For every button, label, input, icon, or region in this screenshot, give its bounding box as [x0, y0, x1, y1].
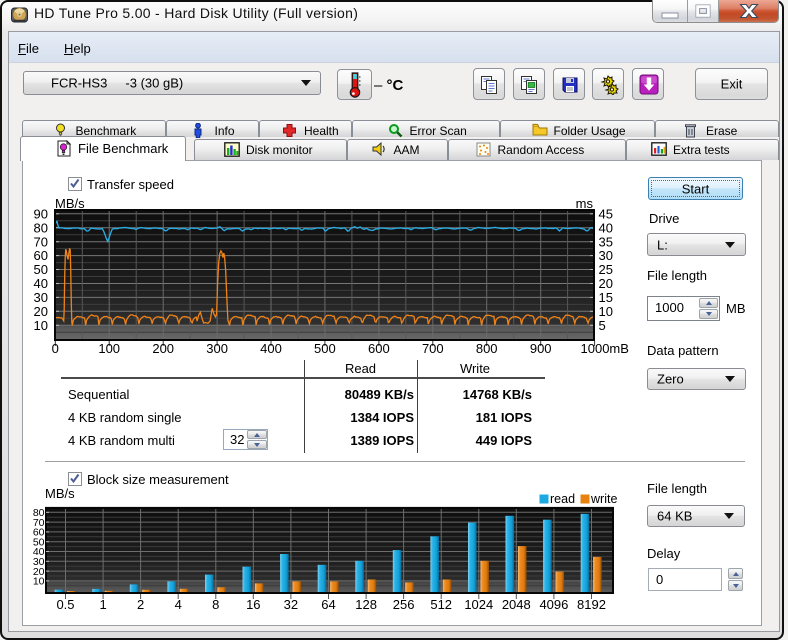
svg-text:512: 512	[430, 597, 452, 612]
svg-text:8192: 8192	[577, 597, 606, 612]
svg-text:8: 8	[212, 597, 219, 612]
svg-text:write: write	[590, 492, 617, 506]
svg-text:256: 256	[393, 597, 415, 612]
svg-text:35: 35	[599, 234, 613, 249]
svg-text:128: 128	[355, 597, 377, 612]
svg-text:200: 200	[152, 341, 174, 356]
svg-text:4096: 4096	[539, 597, 568, 612]
svg-text:ms: ms	[576, 196, 594, 211]
svg-text:20: 20	[599, 276, 613, 291]
svg-text:900: 900	[530, 341, 552, 356]
svg-text:0.5: 0.5	[56, 597, 74, 612]
svg-text:20: 20	[34, 304, 48, 319]
svg-text:500: 500	[314, 341, 336, 356]
svg-text:70: 70	[34, 234, 48, 249]
svg-text:MB/s: MB/s	[55, 196, 85, 211]
svg-text:30: 30	[599, 248, 613, 263]
svg-text:2048: 2048	[502, 597, 531, 612]
svg-text:64: 64	[321, 597, 335, 612]
svg-text:1000mB: 1000mB	[581, 341, 629, 356]
svg-text:50: 50	[34, 262, 48, 277]
svg-text:400: 400	[260, 341, 282, 356]
svg-text:700: 700	[422, 341, 444, 356]
svg-text:1: 1	[99, 597, 106, 612]
svg-text:60: 60	[34, 248, 48, 263]
svg-text:read: read	[550, 492, 575, 506]
svg-text:800: 800	[476, 341, 498, 356]
svg-text:90: 90	[34, 206, 48, 221]
svg-text:45: 45	[599, 206, 613, 221]
svg-text:600: 600	[368, 341, 390, 356]
svg-text:80: 80	[33, 507, 45, 519]
svg-text:40: 40	[599, 220, 613, 235]
svg-text:25: 25	[599, 262, 613, 277]
svg-text:MB/s: MB/s	[45, 486, 75, 501]
svg-text:80: 80	[34, 220, 48, 235]
svg-text:2: 2	[137, 597, 144, 612]
svg-text:1024: 1024	[464, 597, 493, 612]
svg-text:4: 4	[175, 597, 182, 612]
svg-text:5: 5	[599, 318, 606, 333]
svg-text:100: 100	[98, 341, 120, 356]
svg-text:15: 15	[599, 290, 613, 305]
svg-text:10: 10	[34, 318, 48, 333]
svg-text:40: 40	[34, 276, 48, 291]
svg-text:300: 300	[206, 341, 228, 356]
svg-text:30: 30	[34, 290, 48, 305]
svg-text:32: 32	[284, 597, 298, 612]
svg-text:0: 0	[52, 341, 59, 356]
svg-text:10: 10	[599, 304, 613, 319]
svg-text:16: 16	[246, 597, 260, 612]
